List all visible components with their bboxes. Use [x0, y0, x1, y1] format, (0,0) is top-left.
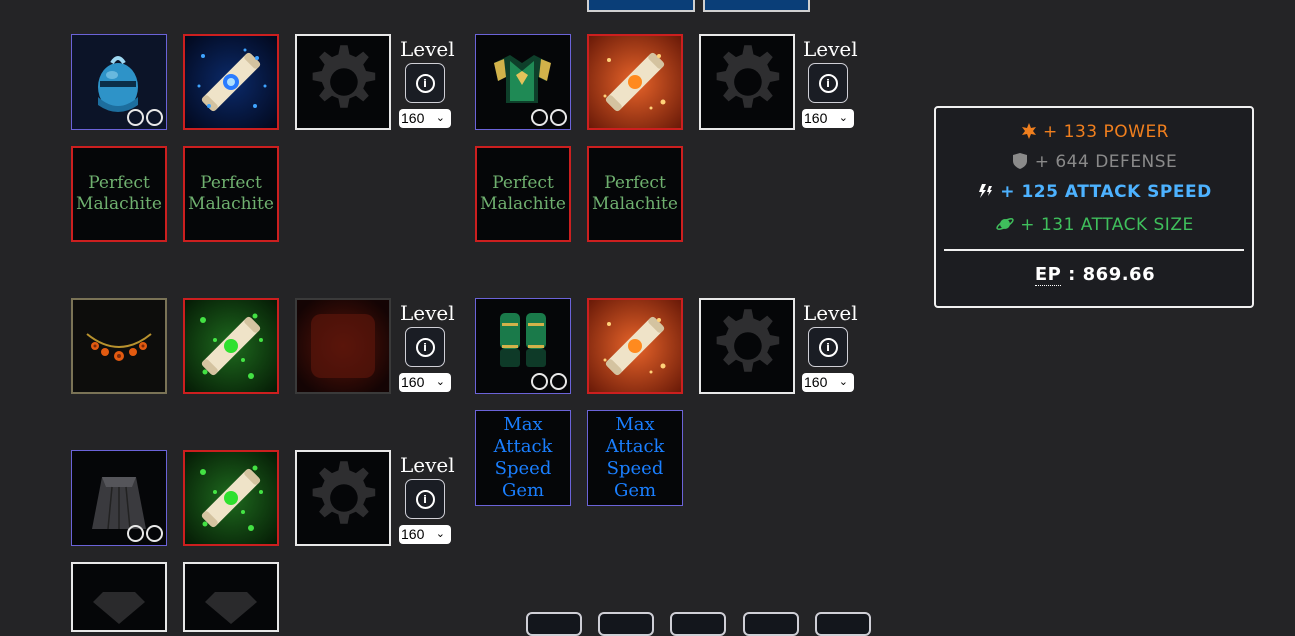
- level-select[interactable]: 160 ⌄: [399, 373, 451, 392]
- empty-gear-icon: [716, 309, 780, 372]
- ep-label: EP: [1034, 264, 1062, 286]
- level-select[interactable]: 160 ⌄: [802, 109, 854, 128]
- necklace-slot[interactable]: [71, 298, 167, 394]
- info-button[interactable]: i: [808, 63, 848, 103]
- gem-slot[interactable]: Perfect Malachite: [587, 146, 683, 242]
- level-label: Level: [803, 301, 858, 325]
- gem-slot-icon: [93, 592, 145, 624]
- page-button[interactable]: [670, 612, 726, 636]
- info-button[interactable]: i: [405, 327, 445, 367]
- planet-icon: [996, 218, 1014, 230]
- info-icon: i: [818, 337, 838, 357]
- gear-slot[interactable]: [295, 450, 391, 546]
- blue-scroll-slot[interactable]: [183, 34, 279, 130]
- gear-slot[interactable]: [295, 34, 391, 130]
- chevron-down-icon: ⌄: [435, 528, 445, 540]
- info-icon: i: [415, 73, 435, 93]
- page-button[interactable]: [598, 612, 654, 636]
- ep-total: EP : 869.66: [1034, 264, 1156, 286]
- socket-icon: [531, 109, 548, 126]
- info-icon: i: [818, 73, 838, 93]
- sort-button[interactable]: [703, 0, 810, 12]
- shield-icon: [1012, 153, 1027, 169]
- socket-icon: [550, 373, 567, 390]
- green-scroll-slot[interactable]: [183, 298, 279, 394]
- gem-slot[interactable]: Perfect Malachite: [71, 146, 167, 242]
- gem-slot[interactable]: [71, 562, 167, 632]
- ep-value: 869.66: [1082, 264, 1156, 285]
- level-label: Level: [803, 37, 858, 61]
- orange-scroll-slot[interactable]: [587, 34, 683, 130]
- level-label: Level: [400, 301, 455, 325]
- orange-scroll-slot[interactable]: [587, 298, 683, 394]
- gem-slot-icon: [205, 592, 257, 624]
- green-enchant-scroll-icon: [185, 300, 277, 392]
- chevron-down-icon: ⌄: [435, 376, 445, 388]
- stat-attack-size: + 131 ATTACK SIZE: [936, 215, 1254, 235]
- gear-slot[interactable]: [699, 34, 795, 130]
- lightning-icon: [979, 184, 993, 198]
- orange-enchant-scroll-icon: [589, 300, 681, 392]
- socket-icon: [146, 525, 163, 542]
- empty-gear-icon: [312, 45, 376, 108]
- orange-enchant-scroll-icon: [589, 36, 681, 128]
- red-relic-slot[interactable]: [295, 298, 391, 394]
- red-relic-icon: [297, 300, 389, 392]
- socket-icon: [146, 109, 163, 126]
- filter-button[interactable]: [587, 0, 695, 12]
- power-star-icon: [1021, 123, 1036, 139]
- info-button[interactable]: i: [405, 479, 445, 519]
- gauntlets-slot[interactable]: [475, 298, 571, 394]
- green-enchant-scroll-icon: [185, 452, 277, 544]
- gem-slot[interactable]: Max Attack Speed Gem: [587, 410, 683, 506]
- necklace-icon: [86, 333, 152, 361]
- empty-gear-icon: [312, 461, 376, 524]
- info-button[interactable]: i: [405, 63, 445, 103]
- page-button[interactable]: [526, 612, 582, 636]
- chevron-down-icon: ⌄: [435, 112, 445, 124]
- empty-gear-icon: [716, 45, 780, 108]
- blue-enchant-scroll-icon: [185, 36, 277, 128]
- stat-defense: + 644 DEFENSE: [936, 152, 1254, 172]
- green-scroll-slot[interactable]: [183, 450, 279, 546]
- page-button[interactable]: [815, 612, 871, 636]
- chestplate-slot[interactable]: [475, 34, 571, 130]
- socket-icon: [550, 109, 567, 126]
- chevron-down-icon: ⌄: [838, 376, 848, 388]
- gem-slot[interactable]: Max Attack Speed Gem: [475, 410, 571, 506]
- gem-slot[interactable]: Perfect Malachite: [183, 146, 279, 242]
- level-label: Level: [400, 37, 455, 61]
- level-select[interactable]: 160 ⌄: [802, 373, 854, 392]
- level-select[interactable]: 160 ⌄: [399, 109, 451, 128]
- gear-slot[interactable]: [699, 298, 795, 394]
- level-select[interactable]: 160 ⌄: [399, 525, 451, 544]
- stat-attack-speed: + 125 ATTACK SPEED: [936, 182, 1254, 202]
- socket-icon: [127, 109, 144, 126]
- socket-icon: [127, 525, 144, 542]
- info-icon: i: [415, 489, 435, 509]
- gem-slot[interactable]: Perfect Malachite: [475, 146, 571, 242]
- chevron-down-icon: ⌄: [838, 112, 848, 124]
- cape-slot[interactable]: [71, 450, 167, 546]
- level-label: Level: [400, 453, 455, 477]
- info-button[interactable]: i: [808, 327, 848, 367]
- gem-slot[interactable]: [183, 562, 279, 632]
- info-icon: i: [415, 337, 435, 357]
- helmet-slot[interactable]: [71, 34, 167, 130]
- divider: [944, 249, 1244, 251]
- socket-icon: [531, 373, 548, 390]
- page-button[interactable]: [743, 612, 799, 636]
- stats-panel: + 133 POWER + 644 DEFENSE + 125 ATTACK S…: [934, 106, 1254, 308]
- stat-power: + 133 POWER: [936, 122, 1254, 142]
